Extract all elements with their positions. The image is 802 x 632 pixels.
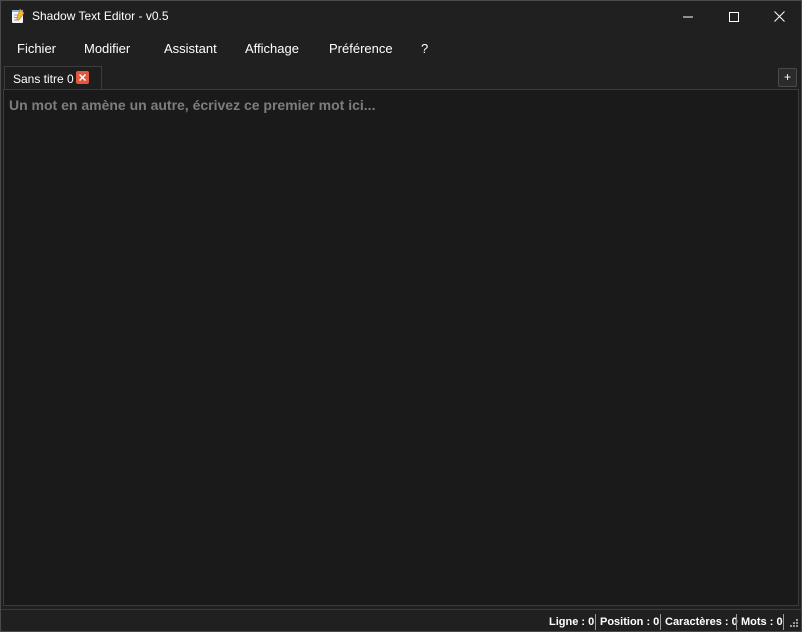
close-window-button[interactable] (756, 1, 801, 32)
title-bar[interactable]: Shadow Text Editor - v0.5 (1, 1, 801, 32)
menu-bar: Fichier Modifier Assistant Affichage Pré… (1, 32, 801, 64)
status-position: Position : 0 (600, 616, 660, 628)
resize-grip-icon[interactable] (788, 617, 799, 628)
window-title: Shadow Text Editor - v0.5 (32, 9, 169, 23)
status-word-count: Mots : 0 (741, 616, 783, 628)
maximize-icon (729, 11, 739, 22)
status-divider (595, 614, 596, 630)
status-divider (736, 614, 737, 630)
menu-preference[interactable]: Préférence (329, 41, 393, 56)
tab-label: Sans titre 0 (13, 72, 74, 86)
menu-fichier[interactable]: Fichier (17, 41, 56, 56)
close-tab-icon[interactable] (76, 71, 89, 84)
new-tab-button[interactable]: + (778, 68, 797, 87)
status-character-count: Caractères : 0 (665, 616, 738, 628)
minimize-icon (683, 16, 693, 17)
menu-assistant[interactable]: Assistant (164, 41, 217, 56)
menu-affichage[interactable]: Affichage (245, 41, 299, 56)
status-divider (660, 614, 661, 630)
notepad-icon (12, 8, 25, 23)
app-window: Shadow Text Editor - v0.5 Fichier Modifi… (0, 0, 802, 632)
close-tab-cross (78, 73, 87, 82)
status-divider (783, 614, 784, 630)
minimize-button[interactable] (665, 1, 711, 32)
tab-sans-titre-0[interactable]: Sans titre 0 (4, 66, 102, 89)
status-bar: Ligne : 0 Position : 0 Caractères : 0 Mo… (1, 609, 801, 631)
menu-help[interactable]: ? (421, 41, 428, 56)
text-editor-area[interactable]: Un mot en amène un autre, écrivez ce pre… (3, 89, 799, 606)
close-icon (773, 11, 785, 22)
menu-modifier[interactable]: Modifier (84, 41, 130, 56)
tab-bar: Sans titre 0 + (1, 64, 801, 89)
status-separator-line (1, 609, 801, 610)
editor-placeholder: Un mot en amène un autre, écrivez ce pre… (9, 97, 376, 113)
status-line-count: Ligne : 0 (549, 616, 595, 628)
maximize-button[interactable] (711, 1, 757, 32)
